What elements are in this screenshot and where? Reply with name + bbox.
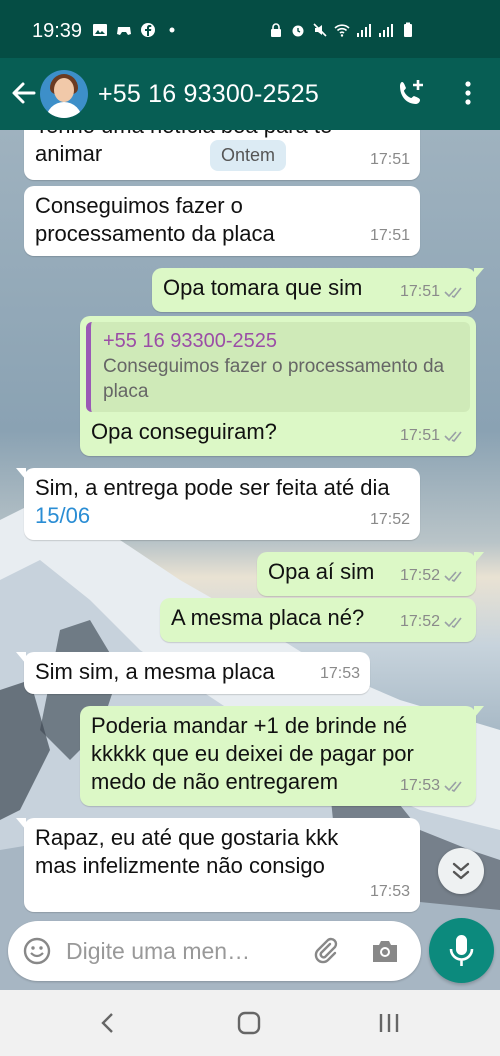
status-bar: 19:39: [0, 0, 500, 58]
double-check-icon: [444, 431, 462, 442]
message-time: 17:52: [399, 567, 440, 584]
message-bubble-incoming[interactable]: Conseguimos fazer o processamento da pla…: [24, 186, 420, 256]
add-call-icon[interactable]: [396, 78, 426, 108]
wifi-icon: [334, 24, 350, 37]
camera-icon[interactable]: [370, 937, 400, 965]
double-check-icon: [444, 781, 462, 792]
facebook-icon: [141, 23, 155, 37]
message-input[interactable]: [66, 935, 296, 967]
nav-home-icon[interactable]: [236, 1010, 262, 1036]
message-bubble-incoming[interactable]: Sim sim, a mesma placa 17:53: [16, 652, 370, 694]
double-check-icon: [444, 617, 462, 628]
quoted-message[interactable]: +55 16 93300-2525 Conseguimos fazer o pr…: [86, 322, 470, 412]
message-time: 17:51: [369, 151, 410, 168]
attach-icon[interactable]: [310, 936, 340, 966]
message-text: Sim, a entrega pode ser feita até dia: [35, 475, 390, 500]
status-time: 19:39: [32, 20, 83, 42]
status-notification-icons: [92, 22, 180, 38]
nav-back-icon[interactable]: [96, 1010, 122, 1036]
emoji-icon[interactable]: [22, 936, 52, 966]
message-bubble-outgoing[interactable]: Poderia mandar +1 de brinde né kkkkk que…: [80, 706, 484, 806]
status-system-icons: [268, 22, 416, 38]
message-text: Sim sim, a mesma placa: [35, 659, 275, 684]
double-check-icon: [444, 287, 462, 298]
message-text: Rapaz, eu até que gostaria kkk mas infel…: [35, 825, 339, 878]
message-bubble-outgoing[interactable]: A mesma placa né? 17:52: [160, 598, 476, 642]
chevron-double-down-icon: [452, 862, 470, 880]
alarm-icon: [292, 25, 304, 37]
signal-icon: [357, 24, 371, 37]
date-separator: Ontem: [210, 140, 287, 171]
mic-icon: [449, 935, 474, 966]
quoted-author: +55 16 93300-2525: [103, 330, 278, 352]
message-time: 17:53: [319, 665, 360, 682]
battery-icon: [404, 22, 412, 37]
date-link[interactable]: 15/06: [35, 503, 90, 528]
scroll-to-bottom-button[interactable]: [438, 848, 484, 894]
message-text: Conseguimos fazer o processamento da pla…: [35, 193, 275, 246]
gallery-icon: [93, 24, 107, 36]
nav-recents-icon[interactable]: [376, 1010, 402, 1036]
quoted-text: Conseguimos fazer o processamento da pla…: [103, 356, 445, 402]
message-time: 17:52: [369, 511, 410, 528]
more-vert-icon[interactable]: [458, 78, 478, 108]
message-time: 17:53: [399, 777, 440, 794]
message-bubble-outgoing[interactable]: Opa aí sim 17:52: [257, 552, 484, 596]
message-time: 17:51: [399, 427, 440, 444]
message-time: 17:51: [369, 227, 410, 244]
message-composer: [8, 921, 421, 981]
message-time: 17:51: [399, 283, 440, 300]
message-bubble-incoming[interactable]: Sim, a entrega pode ser feita até dia 15…: [16, 468, 420, 540]
game-icon: [117, 27, 131, 35]
dot-icon: [169, 27, 175, 33]
message-time: 17:53: [369, 883, 410, 900]
avatar[interactable]: [40, 70, 88, 118]
double-check-icon: [444, 571, 462, 582]
message-bubble-outgoing[interactable]: +55 16 93300-2525 Conseguimos fazer o pr…: [80, 316, 476, 456]
message-bubble-incoming[interactable]: Rapaz, eu até que gostaria kkk mas infel…: [16, 818, 420, 912]
system-nav-bar: [0, 990, 500, 1056]
chat-header: +55 16 93300-2525: [0, 58, 500, 130]
back-arrow-icon[interactable]: [8, 78, 38, 108]
message-bubble-outgoing[interactable]: Opa tomara que sim 17:51: [152, 268, 484, 312]
mic-button[interactable]: [429, 918, 494, 983]
chat-area[interactable]: Tenho uma notícia boa para te animar 17:…: [0, 130, 500, 990]
lock-icon: [271, 23, 281, 37]
contact-name[interactable]: +55 16 93300-2525: [98, 80, 319, 109]
signal-2-icon: [379, 24, 393, 37]
mute-icon: [313, 23, 327, 37]
message-time: 17:52: [399, 613, 440, 630]
message-text: Tenho uma notícia boa para te animar: [35, 130, 332, 166]
